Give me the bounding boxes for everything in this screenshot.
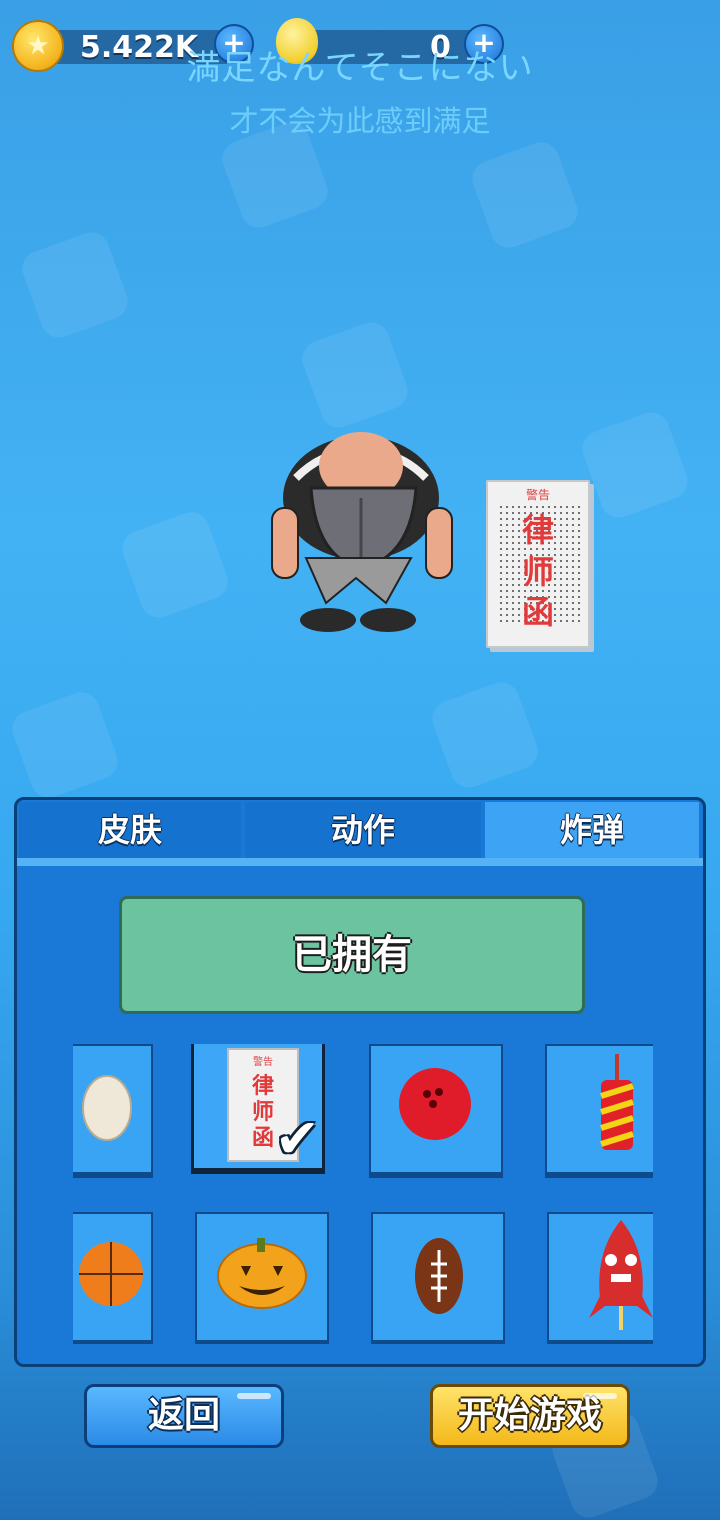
- song-title-jp: 満足なんてそこにない: [186, 48, 534, 88]
- egg-icon: [82, 1075, 132, 1141]
- letter-char-2: 师: [521, 553, 554, 591]
- character-preview: [271, 432, 453, 632]
- football-icon: [415, 1238, 463, 1314]
- firecracker-icon: [600, 1054, 634, 1150]
- start-game-label: 开始游戏: [457, 1395, 602, 1436]
- bowling-ball-icon: [399, 1068, 471, 1140]
- selected-check-icon: ✔: [274, 1107, 320, 1170]
- item-angry-rocket[interactable]: [547, 1212, 653, 1344]
- letter-char-3: 函: [521, 593, 554, 631]
- angry-rocket-icon: [589, 1220, 653, 1330]
- svg-text:师: 师: [252, 1099, 274, 1125]
- start-game-button[interactable]: 开始游戏: [430, 1384, 630, 1448]
- item-football[interactable]: [371, 1212, 505, 1344]
- letter-warning-text: 警告: [525, 488, 550, 502]
- owned-status-button[interactable]: 已拥有: [119, 896, 585, 1014]
- pumpkin-icon: [217, 1238, 307, 1309]
- item-pumpkin[interactable]: [195, 1212, 329, 1344]
- item-lawyer-letter[interactable]: 警告 律 师 函 ✔: [191, 1044, 325, 1174]
- back-button-shine: [237, 1393, 271, 1399]
- svg-text:律: 律: [252, 1073, 274, 1099]
- svg-text:函: 函: [252, 1126, 274, 1151]
- tab-underline: [17, 858, 703, 866]
- lawyer-letter-preview: 警告 律 师 函: [486, 480, 590, 648]
- start-button-shine: [583, 1393, 617, 1399]
- song-title-cn: 才不会为此感到满足: [229, 104, 491, 138]
- svg-text:警告: 警告: [253, 1055, 273, 1068]
- item-egg[interactable]: [73, 1044, 153, 1178]
- tab-skin[interactable]: 皮肤: [19, 802, 241, 858]
- tab-action[interactable]: 动作: [245, 802, 481, 858]
- category-tabs: 皮肤 动作 炸弹: [17, 800, 703, 866]
- back-button[interactable]: 返回: [84, 1384, 284, 1448]
- item-firecracker[interactable]: [545, 1044, 653, 1178]
- item-grid: 警告 律 师 函 ✔: [73, 1044, 653, 1344]
- basketball-icon: [79, 1242, 143, 1306]
- back-button-label: 返回: [147, 1395, 220, 1436]
- item-bowling-ball[interactable]: [369, 1044, 503, 1178]
- item-basketball[interactable]: [73, 1212, 153, 1344]
- letter-char-1: 律: [521, 511, 554, 549]
- tab-bomb[interactable]: 炸弹: [485, 802, 699, 858]
- item-panel: 皮肤 动作 炸弹 已拥有 警告 律 师 函 ✔: [14, 797, 706, 1367]
